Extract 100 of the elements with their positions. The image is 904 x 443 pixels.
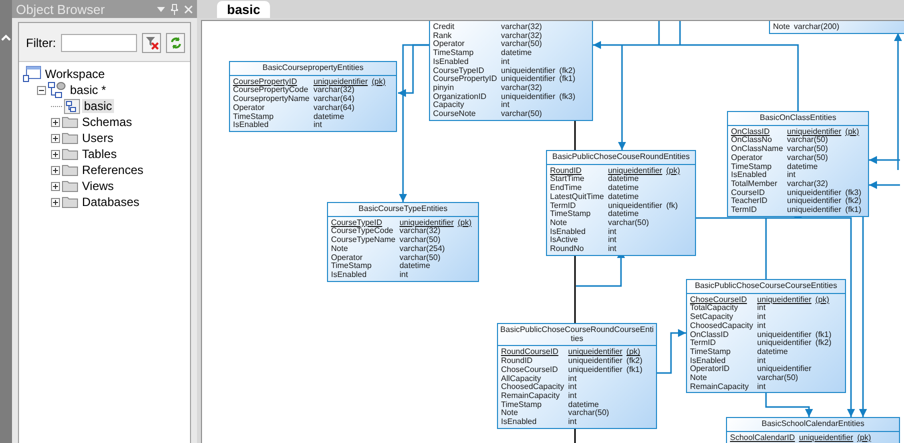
column-name: Note <box>773 23 790 32</box>
entity-table[interactable]: Note varchar(200) <box>769 21 904 34</box>
column-type: varchar(50) <box>568 409 610 418</box>
folder-icon <box>62 164 78 176</box>
column-type: varchar(32) <box>313 86 354 95</box>
column-type: varchar(50) <box>399 254 440 262</box>
column-name: RoundID <box>501 357 534 366</box>
entity-table[interactable] <box>546 150 696 256</box>
column-key: (fk1) <box>626 366 642 375</box>
column-key: (pk) <box>815 296 832 304</box>
column-name: IsEnabled <box>233 121 269 130</box>
column-type: datetime <box>313 112 344 121</box>
column-type: varchar(32) <box>501 23 543 32</box>
column-type: uniqueidentifier <box>787 188 842 197</box>
entity-table[interactable]: BasicCoursepropertyEntities CoursePropertyID uniqueidentifier (pk) CoursePropertyCode varchar(32) CoursepropertyName varchar(64) Operator varchar(64) TimeStamp datetime IsEnabled int <box>229 61 397 132</box>
tree-item[interactable]: Users <box>80 131 116 145</box>
column-type: int <box>568 418 578 427</box>
column-type: int <box>501 58 510 67</box>
expand-toggle[interactable] <box>51 134 60 142</box>
diagram-tab[interactable]: basic <box>217 1 270 18</box>
column-name: CoursepropertyName <box>233 95 310 104</box>
tree-item[interactable]: Workspace <box>43 67 107 81</box>
column-name: RoundID <box>550 166 583 175</box>
column-type: uniqueidentifier <box>787 197 842 206</box>
column-name: pinyin <box>433 84 454 93</box>
entity-table[interactable] <box>429 21 593 121</box>
column-type: uniqueidentifier <box>757 296 812 304</box>
column-type: varchar(32) <box>399 227 440 236</box>
panel-title: Object Browser <box>16 2 106 16</box>
column-name: RemainCapacity <box>501 392 560 401</box>
column-name: TeacherID <box>731 197 768 206</box>
column-type: varchar(32) <box>787 180 829 189</box>
column-type: uniqueidentifier <box>757 330 812 339</box>
entity-table[interactable] <box>497 323 657 429</box>
column-type: datetime <box>608 192 640 202</box>
column-name: IsEnabled <box>433 58 469 67</box>
column-name: Operator <box>331 254 364 262</box>
column-key: (pk) <box>626 348 642 358</box>
column-type: varchar(64) <box>313 95 356 104</box>
folder-icon <box>62 148 78 160</box>
tree-item[interactable]: Tables <box>80 147 119 161</box>
plus-icon <box>52 182 59 190</box>
entity-table[interactable] <box>686 279 846 394</box>
column-type: uniqueidentifier <box>608 166 662 175</box>
column-type: int <box>757 313 767 322</box>
column-type: varchar(50) <box>501 110 543 119</box>
tree-item[interactable]: Databases <box>80 195 142 209</box>
column-type: varchar(50) <box>608 218 650 228</box>
column-type: int <box>501 101 510 110</box>
column-name: TotalCapacity <box>690 304 740 313</box>
expand-toggle[interactable] <box>37 86 46 94</box>
column-name: EndTime <box>550 184 583 193</box>
tree-item[interactable]: Views <box>80 179 116 193</box>
column-type: varchar(254) <box>399 244 446 254</box>
column-name: TimeStamp <box>433 49 475 58</box>
expand-toggle[interactable] <box>51 150 60 158</box>
relationship-line <box>574 120 576 150</box>
column-type: int <box>757 304 766 313</box>
column-key: (fk1) <box>815 330 832 340</box>
relationship-line <box>657 329 686 374</box>
clear-filter-button[interactable] <box>142 33 161 53</box>
expand-toggle[interactable] <box>51 198 60 206</box>
expand-toggle[interactable] <box>51 118 60 126</box>
plus-icon <box>52 150 59 158</box>
column-name: TermID <box>731 206 758 215</box>
column-name: CourseTypeName <box>331 236 396 245</box>
tree-item[interactable]: References <box>80 163 146 177</box>
tree-item[interactable]: Schemas <box>80 115 134 129</box>
column-key: (fk2) <box>626 357 642 366</box>
column-name: OnClassName <box>731 145 784 154</box>
caret-up-icon[interactable] <box>1 34 11 41</box>
expand-toggle[interactable] <box>51 166 60 174</box>
entity-table[interactable] <box>727 111 869 217</box>
column-type: varchar(200) <box>794 23 840 32</box>
column-type: varchar(50) <box>787 145 829 154</box>
column-name: IsEnabled <box>550 228 587 236</box>
column-type: datetime <box>568 400 600 409</box>
folder-icon <box>62 132 78 144</box>
column-name: TermID <box>690 339 717 348</box>
column-type: uniqueidentifier <box>399 218 454 227</box>
column-name: OrganizationID <box>433 92 488 101</box>
column-name: Rank <box>433 32 453 40</box>
column-type: uniqueidentifier <box>313 78 368 86</box>
model-icon <box>48 82 66 98</box>
expand-toggle[interactable] <box>51 182 60 190</box>
column-type: uniqueidentifier <box>568 366 622 375</box>
entity-table[interactable]: BasicCourseTypeEntities CourseTypeID uniqueidentifier (pk) CourseTypeCode varchar(32) CourseTypeName varchar(50) Note varchar(254) Operator varchar(50) TimeStamp datetime IsEnabled int <box>327 202 479 282</box>
column-type: datetime <box>608 184 640 193</box>
entity-title: BasicPublicChoseCourseCourseEntities <box>687 280 845 294</box>
tree-item[interactable]: basic <box>82 99 114 113</box>
workspace-icon <box>23 66 41 82</box>
filter-field[interactable] <box>61 34 137 52</box>
refresh-button[interactable] <box>166 33 185 53</box>
column-type: uniqueidentifier <box>787 206 842 215</box>
tree-item[interactable]: basic * <box>68 83 108 97</box>
column-type: int <box>313 121 323 130</box>
column-type: varchar(64) <box>313 104 356 113</box>
column-key: (pk) <box>458 218 472 228</box>
entity-table[interactable]: BasicSchoolCalendarEntities SchoolCalendarID uniqueidentifier (pk) <box>726 417 900 443</box>
column-name: TimeStamp <box>501 400 542 410</box>
